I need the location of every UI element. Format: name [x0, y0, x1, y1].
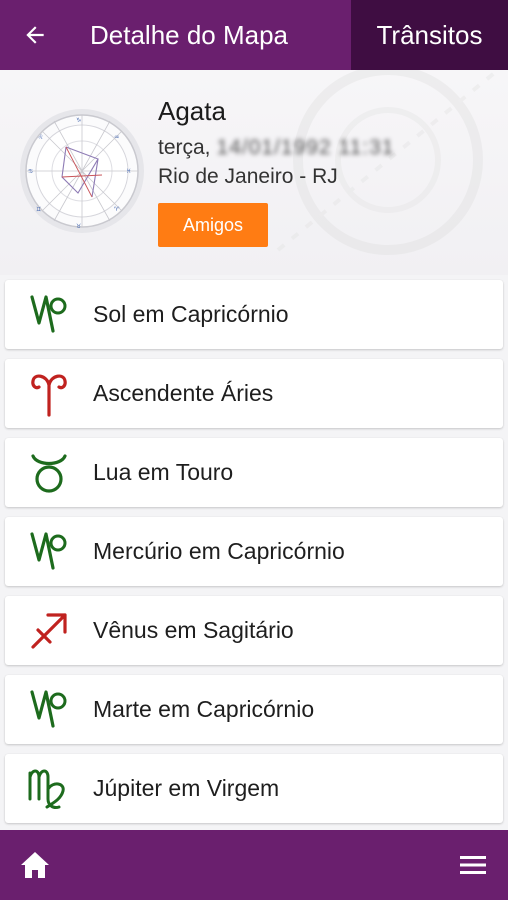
- hamburger-menu-icon: [460, 856, 486, 874]
- list-item[interactable]: Marte em Capricórnio: [5, 675, 503, 744]
- capricorn-icon: [5, 280, 93, 349]
- list-item-label: Lua em Touro: [93, 459, 234, 485]
- birth-date-line: terça, 14/01/1992 11:31: [158, 133, 394, 163]
- profile-name: Agata: [158, 96, 226, 126]
- birth-place: Rio de Janeiro - RJ: [158, 165, 338, 188]
- back-button[interactable]: [0, 0, 70, 70]
- list-item-label: Vênus em Sagitário: [93, 617, 294, 643]
- placements-list: Sol em Capricórnio Ascendente Áries Lua …: [5, 280, 503, 833]
- page-title: Detalhe do Mapa: [90, 19, 289, 50]
- bottom-nav-bar: [0, 830, 508, 900]
- arrow-left-icon: [26, 26, 44, 44]
- list-item[interactable]: Mercúrio em Capricórnio: [5, 517, 503, 586]
- list-item-label: Júpiter em Virgem: [93, 775, 280, 801]
- svg-text:♑: ♑: [76, 117, 81, 124]
- list-item-label: Ascendente Áries: [93, 380, 274, 406]
- home-button[interactable]: [0, 830, 70, 900]
- svg-text:♈: ♈: [114, 206, 120, 213]
- svg-text:♒: ♒: [114, 134, 119, 141]
- friends-button[interactable]: Amigos: [158, 203, 268, 247]
- list-item[interactable]: Sol em Capricórnio: [5, 280, 503, 349]
- list-item[interactable]: Júpiter em Virgem: [5, 754, 503, 823]
- transits-button[interactable]: Trânsitos: [351, 0, 508, 70]
- capricorn-icon: [5, 517, 93, 586]
- list-item-label: Sol em Capricórnio: [93, 301, 289, 327]
- capricorn-icon: [5, 675, 93, 744]
- home-icon: [21, 852, 49, 878]
- svg-text:♓: ♓: [126, 168, 131, 175]
- svg-text:♉: ♉: [76, 223, 81, 230]
- list-item[interactable]: Vênus em Sagitário: [5, 596, 503, 665]
- natal-chart-wheel-icon[interactable]: ♑ ♒ ♓ ♈ ♉ ♊ ♋ ♌: [18, 107, 146, 235]
- list-item[interactable]: Lua em Touro: [5, 438, 503, 507]
- profile-info: Agata terça, 14/01/1992 11:31 Rio de Jan…: [158, 96, 394, 247]
- menu-button[interactable]: [438, 830, 508, 900]
- top-app-bar: Detalhe do Mapa Trânsitos: [0, 0, 508, 70]
- birth-weekday: terça,: [158, 136, 211, 159]
- profile-header: ♑ ♒ ♓ ♈ ♉ ♊ ♋ ♌ Agata terça, 14/01/1992 11:31…: [0, 70, 508, 275]
- svg-text:♊: ♊: [36, 206, 41, 213]
- aries-icon: [5, 359, 93, 428]
- list-item-label: Marte em Capricórnio: [93, 696, 315, 722]
- taurus-icon: [5, 438, 93, 507]
- list-item-label: Mercúrio em Capricórnio: [93, 538, 345, 564]
- svg-text:♌: ♌: [38, 134, 43, 141]
- list-item[interactable]: Ascendente Áries: [5, 359, 503, 428]
- sagittarius-icon: [5, 596, 93, 665]
- svg-text:♋: ♋: [28, 168, 33, 175]
- birth-datetime: 14/01/1992 11:31: [216, 136, 395, 159]
- virgo-icon: [5, 754, 93, 823]
